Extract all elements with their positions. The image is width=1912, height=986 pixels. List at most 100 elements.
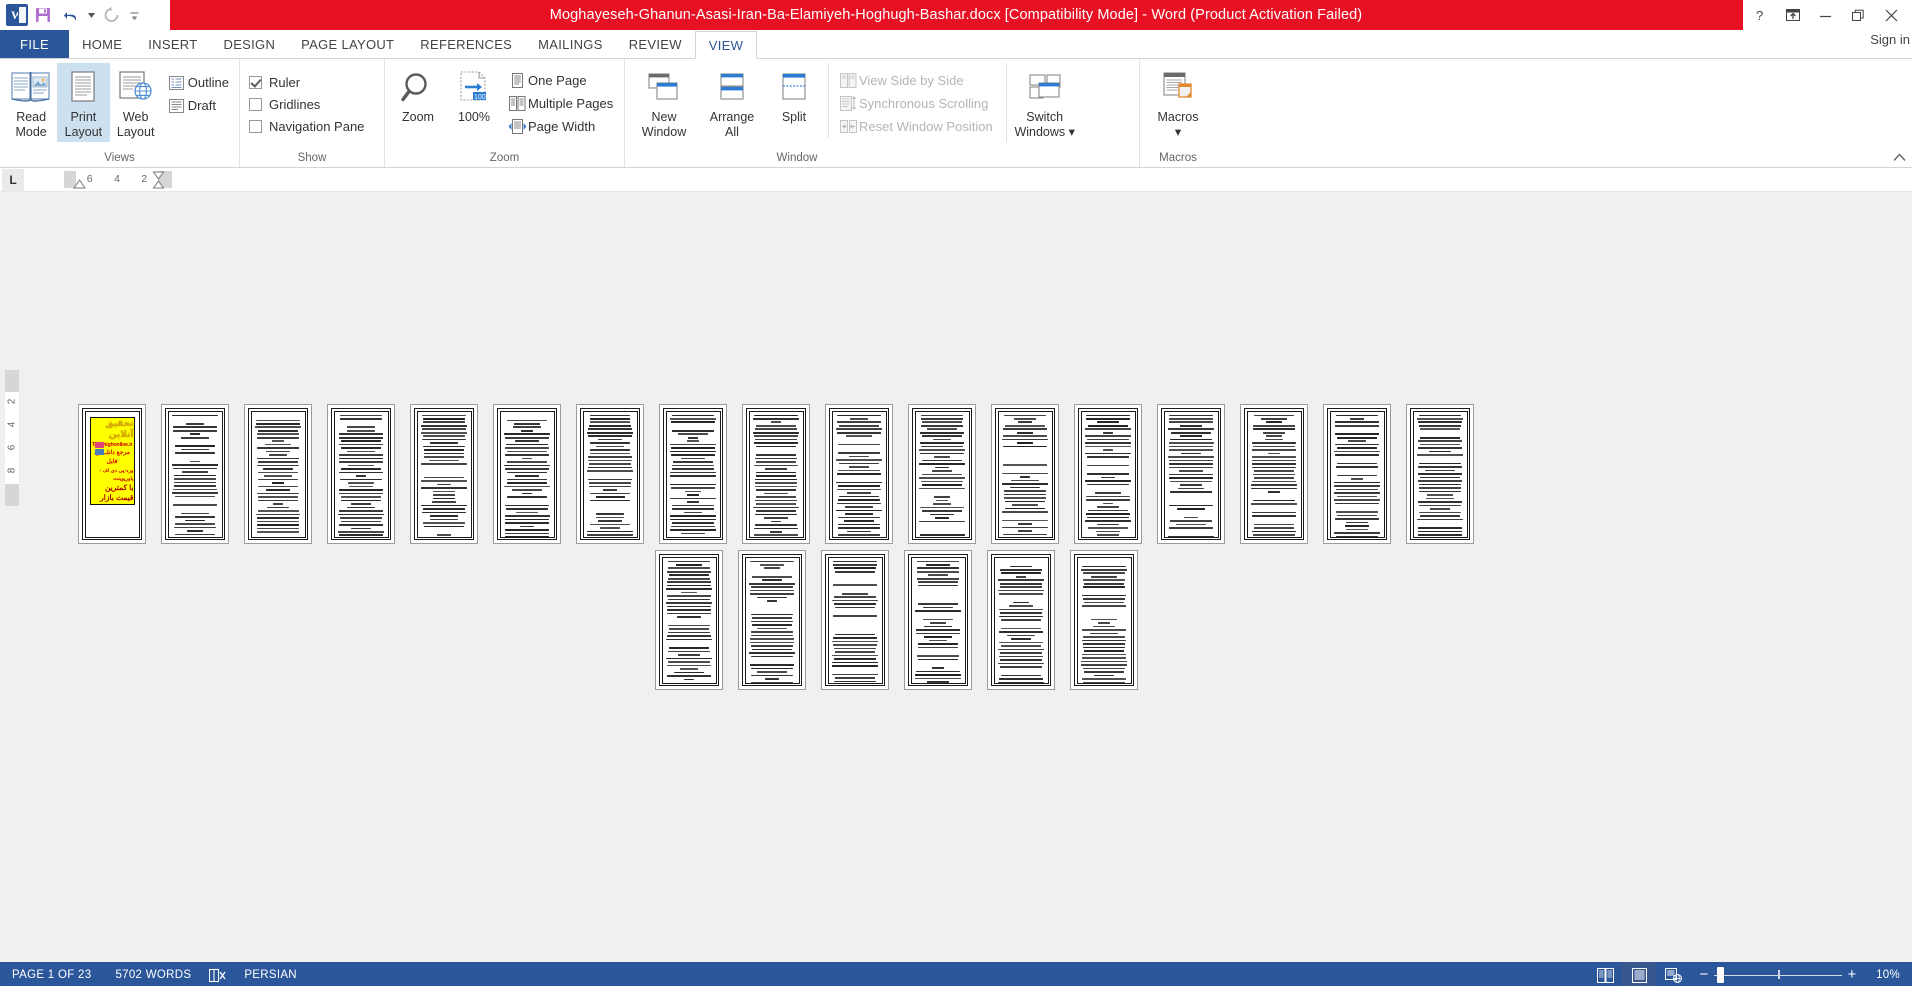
- zoom-percent-label[interactable]: 10%: [1868, 969, 1912, 981]
- text-line: [1251, 480, 1297, 483]
- text-line: [1251, 487, 1297, 490]
- read-mode-view-button[interactable]: [1588, 962, 1622, 986]
- word-count[interactable]: 5702 WORDS: [103, 962, 203, 986]
- text-line: [935, 466, 949, 469]
- text-line: [1253, 523, 1295, 526]
- zoom-slider[interactable]: [1714, 962, 1842, 986]
- right-indent-marker-icon[interactable]: [152, 171, 165, 189]
- zoom-100-button[interactable]: 100 100%: [446, 63, 502, 127]
- proofing-errors-icon[interactable]: [203, 968, 232, 983]
- print-layout-view-button[interactable]: [1622, 962, 1656, 986]
- tab-design[interactable]: DESIGN: [211, 30, 289, 58]
- page-thumbnail[interactable]: [1240, 404, 1308, 544]
- close-icon[interactable]: [1875, 0, 1908, 30]
- text-line: [588, 424, 632, 427]
- page-thumbnail[interactable]: [1323, 404, 1391, 544]
- draft-button[interactable]: Draft: [166, 94, 234, 117]
- tab-references[interactable]: REFERENCES: [407, 30, 525, 58]
- navigation-pane-checkbox[interactable]: Navigation Pane: [249, 115, 368, 137]
- tab-mailings[interactable]: MAILINGS: [525, 30, 616, 58]
- page-thumbnail[interactable]: [410, 404, 478, 544]
- text-line: [603, 489, 617, 491]
- arrange-all-button[interactable]: Arrange All: [698, 63, 766, 142]
- text-line: [1004, 414, 1046, 417]
- left-indent-marker-icon[interactable]: [73, 179, 86, 189]
- page-thumbnail[interactable]: [908, 404, 976, 544]
- page-thumbnail[interactable]: [821, 550, 889, 690]
- text-line: [677, 616, 701, 618]
- page-thumbnail[interactable]: [1157, 404, 1225, 544]
- text-line: [341, 520, 381, 523]
- switch-windows-button[interactable]: Switch Windows ▾: [1011, 63, 1079, 142]
- reset-window-position-button[interactable]: Reset Window Position: [837, 115, 998, 138]
- text-line: [522, 457, 532, 460]
- text-line: [1334, 481, 1380, 484]
- text-line: [1336, 474, 1378, 477]
- page-thumbnail[interactable]: [655, 550, 723, 690]
- page-thumbnail[interactable]: [493, 404, 561, 544]
- new-window-button[interactable]: New Window: [630, 63, 698, 142]
- tab-stop-selector[interactable]: L: [2, 168, 24, 191]
- page-thumbnail[interactable]: [244, 404, 312, 544]
- synchronous-scrolling-button[interactable]: Synchronous Scrolling: [837, 92, 998, 115]
- minimize-icon[interactable]: [1809, 0, 1842, 30]
- page-thumbnail[interactable]: [161, 404, 229, 544]
- text-line: [670, 515, 716, 517]
- document-canvas[interactable]: 2 4 6 8 تحقيق آنلاین Tahghighonline.ir مرج…: [0, 192, 1912, 962]
- tab-page-layout[interactable]: PAGE LAYOUT: [288, 30, 407, 58]
- zoom-slider-thumb[interactable]: [1717, 967, 1724, 983]
- print-layout-button[interactable]: Print Layout: [57, 63, 110, 142]
- page-thumbnail[interactable]: [738, 550, 806, 690]
- page-thumbnail[interactable]: [327, 404, 395, 544]
- page-thumbnail[interactable]: [742, 404, 810, 544]
- page-thumbnail[interactable]: [659, 404, 727, 544]
- gridlines-checkbox[interactable]: Gridlines: [249, 93, 324, 115]
- text-line: [836, 428, 882, 431]
- text-line: [919, 463, 965, 465]
- zoom-out-button[interactable]: −: [1694, 962, 1714, 986]
- restore-icon[interactable]: [1842, 0, 1875, 30]
- web-layout-button[interactable]: Web Layout: [110, 63, 162, 142]
- text-line: [263, 475, 293, 477]
- sign-in-link[interactable]: Sign in: [1870, 32, 1912, 47]
- tab-view[interactable]: VIEW: [694, 31, 758, 59]
- text-line: [833, 615, 877, 617]
- macros-button[interactable]: Macros ▾: [1145, 63, 1211, 142]
- collapse-ribbon-icon[interactable]: [1893, 151, 1906, 165]
- ribbon-group-window: New Window Arrange All Split View Side b…: [625, 59, 1140, 167]
- web-layout-view-button[interactable]: [1656, 962, 1690, 986]
- tab-home[interactable]: HOME: [69, 30, 135, 58]
- language-indicator[interactable]: PERSIAN: [232, 962, 309, 986]
- zoom-in-button[interactable]: +: [1842, 962, 1862, 986]
- ruler-checkbox[interactable]: Ruler: [249, 71, 304, 93]
- page-thumbnail[interactable]: [987, 550, 1055, 690]
- multiple-pages-button[interactable]: Multiple Pages: [506, 92, 618, 115]
- page-thumbnail[interactable]: [1406, 404, 1474, 544]
- page-thumbnail[interactable]: [576, 404, 644, 544]
- page-thumbnail[interactable]: [825, 404, 893, 544]
- ruler-scale[interactable]: 6 4 2: [64, 171, 172, 189]
- split-button[interactable]: Split: [766, 63, 822, 127]
- page-thumbnail[interactable]: [904, 550, 972, 690]
- outline-button[interactable]: Outline: [166, 71, 234, 94]
- page-thumbnail[interactable]: [991, 404, 1059, 544]
- text-line: [256, 531, 300, 533]
- zoom-button[interactable]: Zoom: [390, 63, 446, 127]
- view-side-by-side-button[interactable]: View Side by Side: [837, 69, 998, 92]
- text-line: [666, 584, 712, 587]
- text-line: [833, 596, 877, 598]
- tab-insert[interactable]: INSERT: [135, 30, 210, 58]
- page-thumbnail[interactable]: [1070, 550, 1138, 690]
- window-group-label: Window: [776, 152, 818, 164]
- page-indicator[interactable]: PAGE 1 OF 23: [0, 962, 103, 986]
- tab-review[interactable]: REVIEW: [616, 30, 695, 58]
- help-icon[interactable]: ?: [1743, 0, 1776, 30]
- one-page-button[interactable]: One Page: [506, 69, 618, 92]
- page-thumbnail[interactable]: [1074, 404, 1142, 544]
- page-thumbnail[interactable]: تحقيق آنلاین Tahghighonline.ir مرجع دانلــ…: [78, 404, 146, 544]
- page-width-button[interactable]: Page Width: [506, 115, 618, 138]
- read-mode-button[interactable]: Read Mode: [5, 63, 57, 142]
- tab-file[interactable]: FILE: [0, 30, 70, 58]
- ribbon-display-options-icon[interactable]: [1776, 0, 1809, 30]
- text-line: [1178, 487, 1204, 490]
